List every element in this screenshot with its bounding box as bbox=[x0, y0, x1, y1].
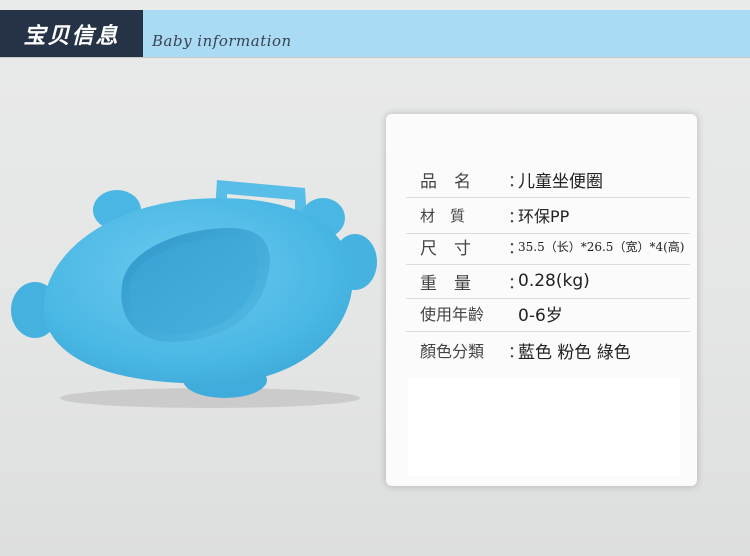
potty-seat-illustration bbox=[11, 180, 377, 408]
colon-separator: ： bbox=[508, 238, 525, 257]
header-subtitle: Baby information bbox=[152, 32, 292, 50]
spec-label: 重 量 bbox=[420, 273, 471, 294]
blank-panel bbox=[408, 378, 680, 476]
spec-row-material: 材 質 ： 环保PP bbox=[420, 200, 690, 230]
header-title: 宝贝信息 bbox=[23, 22, 120, 49]
spec-value: 儿童坐便圈 bbox=[518, 171, 603, 192]
spec-label: 尺 寸 bbox=[420, 238, 471, 259]
spec-value: 0.28(kg) bbox=[518, 271, 590, 291]
colon-separator: ： bbox=[508, 273, 525, 292]
colon-separator: ： bbox=[508, 342, 525, 361]
header-bar: 宝贝信息 Baby information bbox=[0, 10, 750, 58]
spec-value: 环保PP bbox=[518, 207, 570, 226]
colon-separator: ： bbox=[508, 207, 525, 226]
divider bbox=[406, 331, 690, 332]
spec-label: 材 質 bbox=[420, 206, 466, 225]
header-title-block: 宝贝信息 bbox=[0, 10, 143, 57]
spec-value: 35.5（长）*26.5（宽）*4(高) bbox=[518, 239, 685, 254]
spec-row-name: 品 名 ： 儿童坐便圈 bbox=[420, 164, 690, 194]
divider bbox=[406, 264, 690, 265]
spec-label: 品 名 bbox=[420, 171, 471, 192]
spec-label: 使用年齡 bbox=[420, 305, 485, 324]
potty-seat-image bbox=[5, 170, 390, 410]
spec-value: 藍色 粉色 綠色 bbox=[518, 342, 631, 363]
spec-label: 顏色分類 bbox=[420, 342, 485, 361]
spec-row-colors: 顏色分類 ： 藍色 粉色 綠色 bbox=[420, 335, 690, 365]
colon-separator: ： bbox=[508, 171, 525, 190]
spec-row-weight: 重 量 ： 0.28(kg) bbox=[420, 266, 690, 296]
divider bbox=[406, 197, 690, 198]
spec-value: 0-6岁 bbox=[518, 305, 563, 326]
spec-card: 品 名 ： 儿童坐便圈 材 質 ： 环保PP 尺 寸 ： 35.5（长）*26.… bbox=[386, 114, 697, 486]
spec-row-age: 使用年齡 0-6岁 bbox=[420, 298, 690, 328]
spec-row-size: 尺 寸 ： 35.5（长）*26.5（宽）*4(高) bbox=[420, 231, 690, 261]
